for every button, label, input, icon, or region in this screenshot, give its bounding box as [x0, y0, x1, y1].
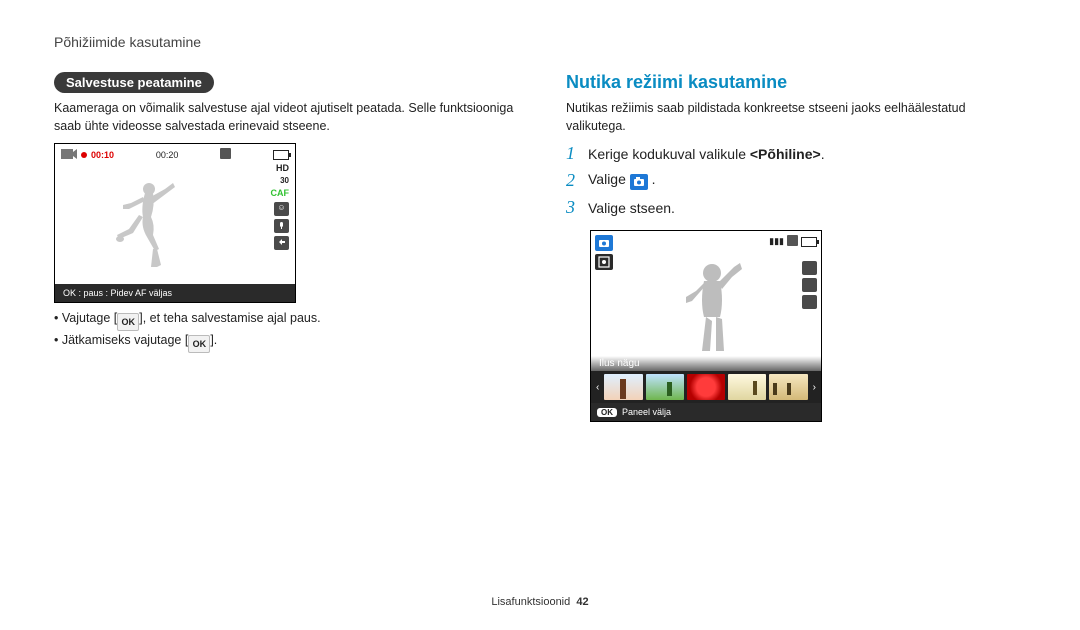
list-item: Jätkamiseks vajutage [OK]. — [54, 333, 514, 353]
step-item: 2 Valige . — [566, 170, 1026, 191]
rec-remaining: 00:20 — [156, 150, 179, 160]
step-number: 1 — [566, 143, 588, 164]
flower-icon — [802, 295, 817, 309]
step-item: 3 Valige stseen. — [566, 197, 1026, 218]
scene-thumb[interactable] — [604, 374, 642, 400]
face-icon — [802, 261, 817, 275]
movie-mode-icon — [61, 149, 77, 161]
mode-badge-icon — [595, 235, 613, 251]
scene-thumb[interactable] — [646, 374, 684, 400]
child-silhouette — [676, 261, 746, 361]
scene-thumb[interactable] — [769, 374, 807, 400]
signal-icon: ▮▮▮ — [769, 236, 784, 247]
face-icon: ☺ — [274, 202, 289, 216]
bullet-text: Jätkamiseks vajutage [ — [62, 333, 188, 347]
bullet-text: Vajutage [ — [62, 311, 117, 325]
section-title: Nutika režiimi kasutamine — [566, 72, 1026, 93]
rec-elapsed: 00:10 — [91, 150, 114, 160]
focus-frame-icon — [595, 254, 613, 270]
step-item: 1 Kerige kodukuval valikule <Põhiline>. — [566, 143, 1026, 164]
eye-icon — [802, 278, 817, 292]
stabilizer-icon — [274, 236, 289, 250]
rec-footer-bar: OK : paus : Pidev AF väljas — [55, 284, 295, 302]
right-intro: Nutikas režiimis saab pildistada konkree… — [566, 99, 1026, 135]
step-text: Kerige kodukuval valikule — [588, 146, 750, 162]
step-text: Valige — [588, 171, 630, 187]
battery-icon — [273, 150, 289, 160]
scene-thumbnail-strip: ‹ › — [591, 371, 821, 403]
right-column: Nutika režiimi kasutamine Nutikas režiim… — [566, 72, 1026, 422]
mic-icon — [274, 219, 289, 233]
running-head: Põhižiimide kasutamine — [54, 34, 1026, 50]
scene-thumb[interactable] — [687, 374, 725, 400]
step-text: . — [652, 171, 656, 187]
page-footer: Lisafunktsioonid 42 — [0, 596, 1080, 608]
fps-label: 30 — [271, 177, 290, 186]
battery-icon — [801, 237, 817, 247]
rec-footer-text: OK : paus : Pidev AF väljas — [63, 288, 172, 298]
bullet-text: ]. — [210, 333, 217, 347]
smart-footer-bar: OK Paneel välja — [591, 403, 821, 421]
bullet-text: ], et teha salvestamise ajal paus. — [139, 311, 320, 325]
ok-key-icon: OK — [117, 313, 139, 331]
ok-key-icon: OK — [188, 335, 210, 353]
list-item: Vajutage [OK], et teha salvestamise ajal… — [54, 311, 514, 331]
footer-section: Lisafunktsioonid — [491, 596, 570, 608]
smart-footer-text: Paneel välja — [622, 407, 671, 417]
dancer-silhouette — [111, 179, 181, 274]
subsection-pill: Salvestuse peatamine — [54, 72, 214, 93]
step-bold: <Põhiline> — [750, 146, 821, 162]
step-text: Valige stseen. — [588, 200, 675, 216]
scene-thumb[interactable] — [728, 374, 766, 400]
record-dot-icon — [81, 152, 87, 158]
ok-badge: OK — [597, 408, 617, 417]
scene-label: Ilus nägu — [591, 356, 821, 371]
hd-label: HD — [271, 164, 290, 174]
caf-label: CAF — [271, 189, 290, 199]
sd-icon — [787, 235, 798, 248]
strip-right-arrow[interactable]: › — [811, 382, 818, 393]
left-intro: Kaameraga on võimalik salvestuse ajal vi… — [54, 99, 514, 135]
smart-mode-icon — [630, 174, 648, 190]
footer-page-number: 42 — [576, 596, 588, 608]
left-column: Salvestuse peatamine Kaameraga on võimal… — [54, 72, 514, 422]
strip-left-arrow[interactable]: ‹ — [594, 382, 601, 393]
step-number: 3 — [566, 197, 588, 218]
recording-preview: 00:10 00:20 HD 30 CAF ☺ — [54, 143, 296, 303]
sd-icon — [220, 148, 231, 161]
step-number: 2 — [566, 170, 588, 191]
step-text: . — [821, 146, 825, 162]
smart-mode-preview: ▮▮▮ — [590, 230, 822, 422]
